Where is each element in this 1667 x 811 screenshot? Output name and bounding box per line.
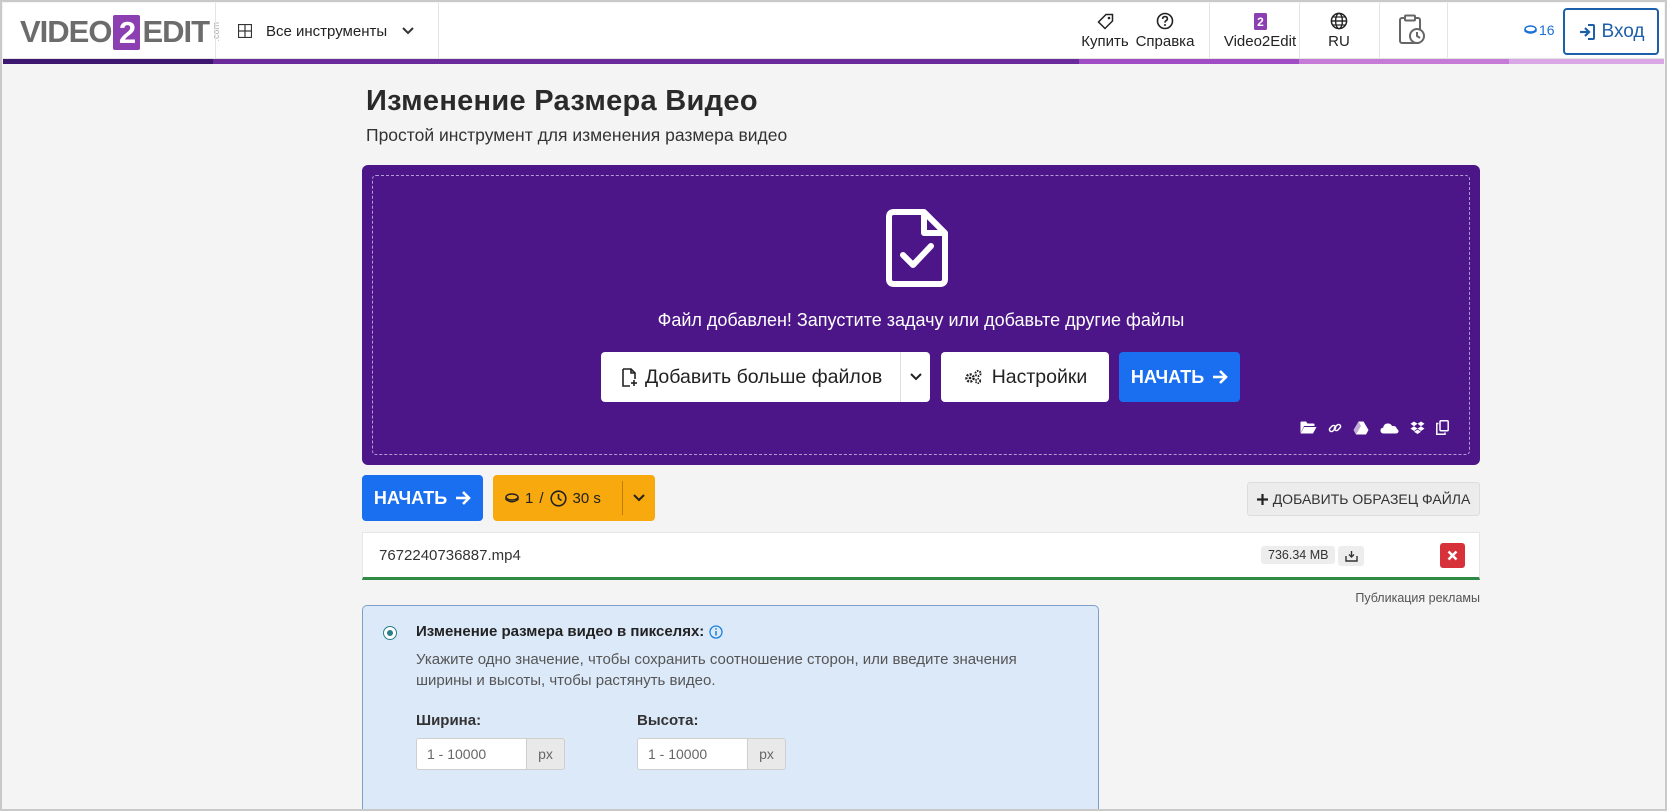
all-tools-menu[interactable]: Все инструменты bbox=[215, 3, 439, 59]
arrow-right-icon bbox=[456, 491, 471, 505]
remove-file-button[interactable] bbox=[1440, 543, 1465, 568]
file-plus-icon bbox=[622, 367, 637, 387]
coin-count: 16 bbox=[1539, 22, 1555, 38]
svg-text:2: 2 bbox=[1257, 15, 1264, 29]
coins-icon bbox=[1524, 25, 1537, 34]
credit-separator: / bbox=[539, 489, 544, 507]
start-button-dropzone[interactable]: НАЧАТЬ bbox=[1119, 352, 1240, 402]
info-icon[interactable] bbox=[709, 624, 723, 639]
buy-link[interactable]: Купить bbox=[1079, 3, 1131, 59]
clipboard-clock-icon bbox=[1399, 14, 1425, 44]
logo-prefix: VIDEO bbox=[20, 14, 112, 49]
coin-balance[interactable]: 16 bbox=[1524, 22, 1555, 38]
width-input[interactable] bbox=[416, 738, 526, 770]
brand-link[interactable]: 2 Video2Edit bbox=[1221, 3, 1299, 59]
top-header: VIDEO 2 EDIT .com Все инструменты Купить Сп… bbox=[3, 3, 1664, 59]
chevron-down-icon bbox=[909, 373, 922, 381]
ad-label: Публикация рекламы bbox=[1355, 591, 1480, 605]
credit-cost-info[interactable]: 1 / 30 s bbox=[493, 490, 622, 507]
logo-suffix: EDIT bbox=[142, 14, 210, 49]
login-label: Вход bbox=[1601, 20, 1645, 42]
file-size-badge: 736.34 MB bbox=[1261, 546, 1336, 564]
add-sample-file-label: ДОБАВИТЬ ОБРАЗЕЦ ФАЙЛА bbox=[1272, 491, 1471, 507]
globe-icon bbox=[1330, 12, 1348, 30]
all-tools-label: Все инструменты bbox=[266, 22, 388, 40]
dropzone-message: Файл добавлен! Запустите задачу или доба… bbox=[657, 310, 1185, 330]
option-title-text: Изменение размера видео в пикселях: bbox=[416, 623, 705, 640]
add-more-files-label: Добавить больше файлов bbox=[645, 365, 883, 388]
option-description: Укажите одно значение, чтобы сохранить с… bbox=[416, 651, 1017, 689]
credit-count: 1 bbox=[525, 489, 534, 507]
divider bbox=[1447, 3, 1448, 59]
help-link[interactable]: Справка bbox=[1134, 3, 1196, 59]
save-file-button[interactable] bbox=[1338, 546, 1364, 566]
settings-label: Настройки bbox=[991, 365, 1088, 388]
language-menu[interactable]: RU bbox=[1311, 3, 1367, 59]
width-unit: px bbox=[526, 738, 565, 770]
clock-icon bbox=[549, 489, 567, 507]
page-subtitle: Простой инструмент для изменения размера… bbox=[366, 125, 788, 145]
add-more-files-dropdown[interactable] bbox=[901, 372, 930, 382]
duration-value: 30 s bbox=[572, 489, 601, 507]
credit-cost-group: 1 / 30 s bbox=[493, 475, 655, 521]
height-unit: px bbox=[747, 738, 786, 770]
file-list-row: 7672240736887.mp4 736.34 MB bbox=[362, 532, 1480, 580]
history-button[interactable] bbox=[1386, 3, 1438, 59]
height-input-group: px bbox=[637, 738, 786, 770]
link-icon[interactable] bbox=[1328, 421, 1342, 435]
site-logo[interactable]: VIDEO 2 EDIT .com bbox=[20, 13, 221, 51]
start-button[interactable]: НАЧАТЬ bbox=[362, 475, 483, 521]
width-label: Ширина: bbox=[416, 712, 482, 729]
help-label: Справка bbox=[1135, 33, 1195, 50]
logo-digit: 2 bbox=[113, 14, 141, 50]
credit-cost-dropdown[interactable] bbox=[623, 493, 655, 503]
question-icon bbox=[1156, 12, 1174, 30]
close-icon bbox=[1447, 550, 1458, 561]
login-button[interactable]: Вход bbox=[1563, 8, 1659, 55]
google-drive-icon[interactable] bbox=[1353, 421, 1369, 435]
height-label: Высота: bbox=[637, 712, 699, 729]
file-check-icon bbox=[886, 209, 948, 287]
add-more-files-group: Добавить больше файлов bbox=[601, 352, 930, 402]
settings-button[interactable]: Настройки bbox=[941, 352, 1109, 402]
add-sample-file-button[interactable]: ДОБАВИТЬ ОБРАЗЕЦ ФАЙЛА bbox=[1247, 482, 1480, 516]
onedrive-icon[interactable] bbox=[1380, 422, 1399, 434]
buy-label: Купить bbox=[1081, 32, 1129, 50]
start-label: НАЧАТЬ bbox=[373, 487, 448, 508]
divider bbox=[1209, 3, 1210, 59]
clipboard-icon[interactable] bbox=[1436, 420, 1449, 435]
height-input[interactable] bbox=[637, 738, 747, 770]
chevron-down-icon bbox=[402, 27, 414, 35]
plus-icon bbox=[1256, 493, 1268, 505]
header-color-stripe bbox=[3, 59, 1664, 64]
brand-label: Video2Edit bbox=[1223, 32, 1297, 50]
start-label: НАЧАТЬ bbox=[1130, 366, 1205, 387]
resize-pixels-radio[interactable] bbox=[383, 626, 397, 640]
option-title: Изменение размера видео в пикселях: bbox=[416, 623, 723, 640]
language-label: RU bbox=[1328, 33, 1350, 50]
page-title: Изменение Размера Видео bbox=[366, 85, 758, 117]
folder-icon[interactable] bbox=[1300, 421, 1317, 434]
divider bbox=[1299, 3, 1300, 59]
file-name: 7672240736887.mp4 bbox=[379, 547, 521, 564]
download-tray-icon bbox=[1344, 551, 1358, 562]
upload-source-icons bbox=[1300, 420, 1449, 435]
grid-icon bbox=[238, 24, 252, 38]
gears-icon bbox=[964, 369, 982, 385]
sign-in-icon bbox=[1579, 23, 1595, 40]
divider bbox=[1379, 3, 1380, 59]
tag-icon bbox=[1096, 13, 1113, 30]
add-more-files-button[interactable]: Добавить больше файлов bbox=[601, 366, 900, 389]
arrow-right-icon bbox=[1213, 370, 1228, 384]
resize-pixels-option: Изменение размера видео в пикселях: Укаж… bbox=[362, 605, 1099, 811]
brand-logo-icon: 2 bbox=[1253, 12, 1267, 30]
coins-icon bbox=[505, 492, 519, 502]
chevron-down-icon bbox=[633, 494, 645, 502]
dropbox-icon[interactable] bbox=[1410, 421, 1425, 435]
width-input-group: px bbox=[416, 738, 565, 770]
